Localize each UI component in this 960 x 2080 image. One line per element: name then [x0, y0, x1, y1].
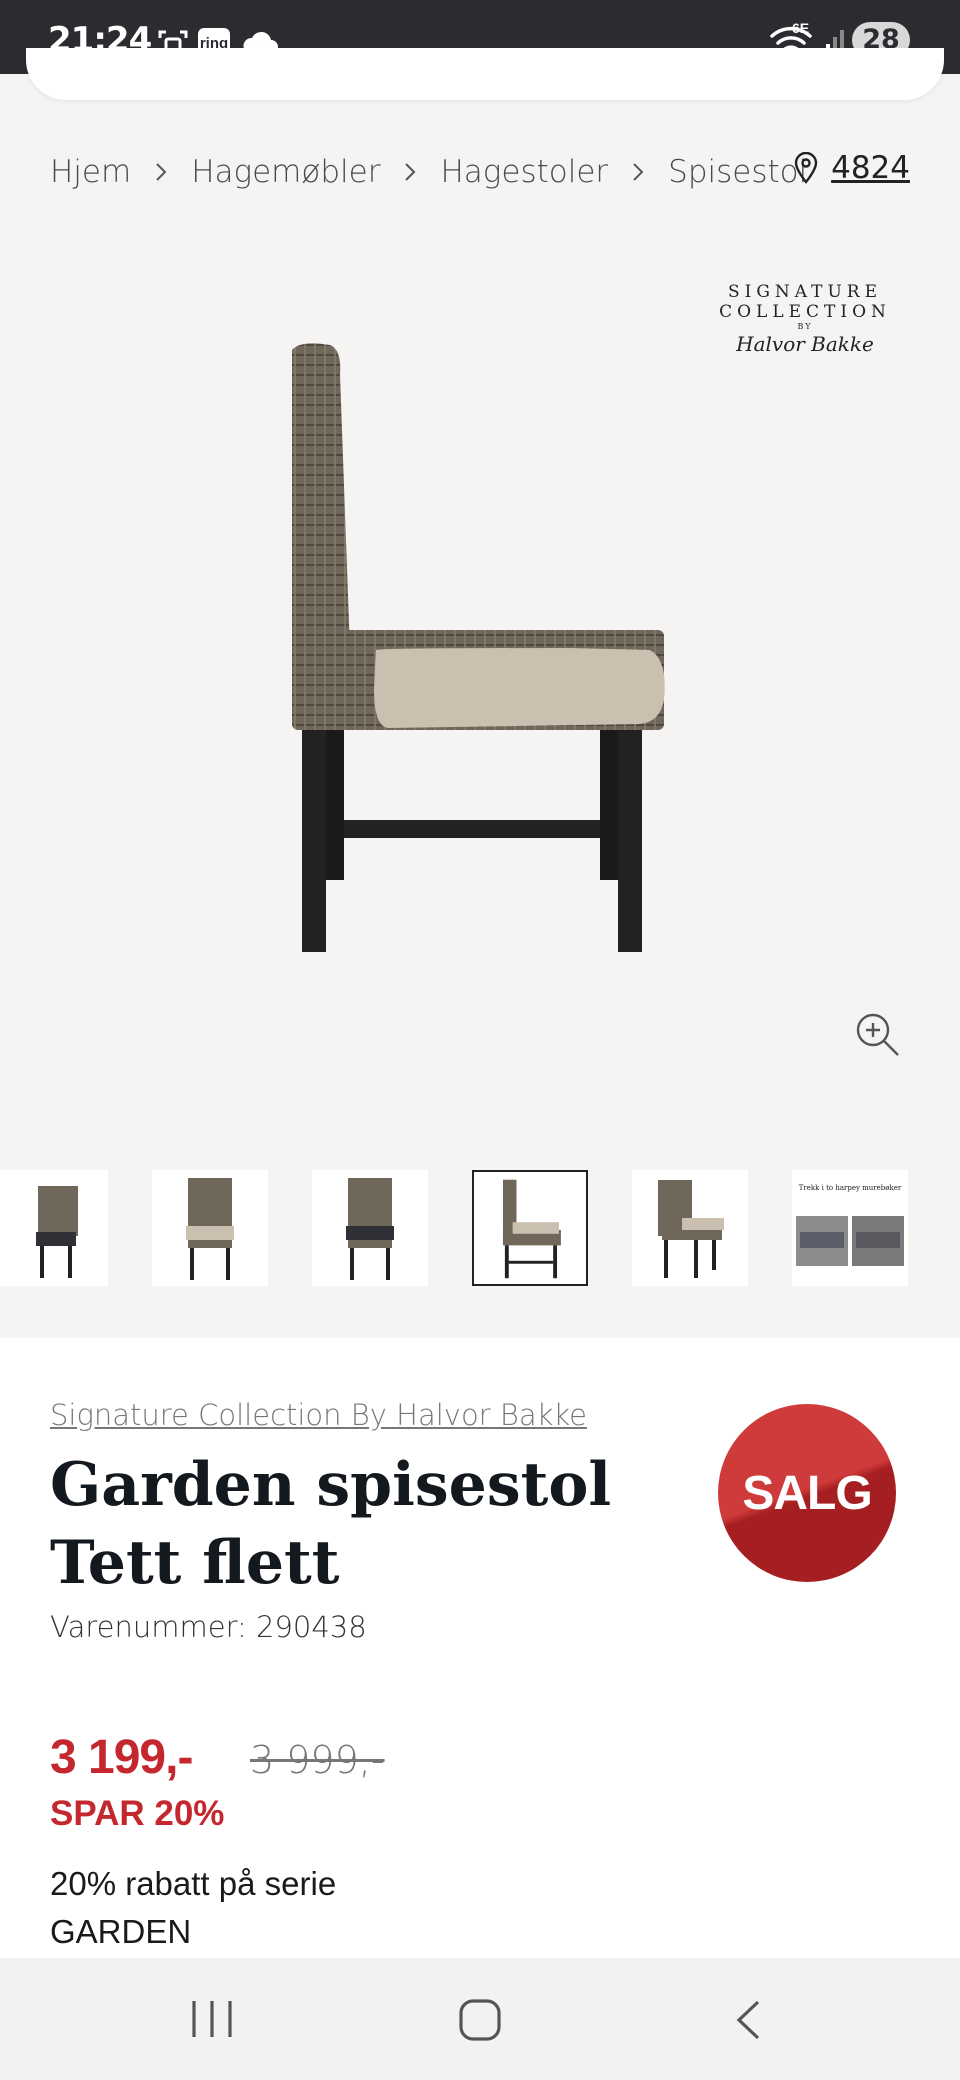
- product-info: Signature Collection By Halvor Bakke Gar…: [0, 1338, 960, 1958]
- system-nav-bar: [0, 1958, 960, 2080]
- breadcrumb-garden-chairs[interactable]: Hagestoler: [440, 154, 608, 190]
- store-selector[interactable]: 4824: [793, 150, 910, 186]
- product-sku: Varenummer: 290438: [50, 1610, 367, 1644]
- product-image[interactable]: [280, 330, 680, 1030]
- thumbnail-1[interactable]: [0, 1170, 108, 1286]
- breadcrumb: Hjem Hagemøbler Hagestoler Spisestol: [50, 150, 807, 194]
- thumbnail-5[interactable]: [632, 1170, 748, 1286]
- chevron-right-icon: [608, 161, 668, 183]
- location-pin-icon: [794, 152, 818, 184]
- savings-label: SPAR 20%: [50, 1794, 225, 1833]
- current-price: 3 199,-: [50, 1731, 193, 1784]
- header-bottom-edge: [26, 48, 944, 100]
- brand-link[interactable]: Signature Collection By Halvor Bakke: [50, 1398, 587, 1432]
- thumbnail-6[interactable]: Trekk i to harpey murebøker: [792, 1170, 908, 1286]
- store-code[interactable]: 4824: [831, 150, 910, 186]
- product-title: Garden spisestol Tett flett: [50, 1450, 612, 1598]
- promo-text: 20% rabatt på serie GARDEN: [50, 1865, 337, 1950]
- sale-badge: SALG: [718, 1404, 896, 1582]
- original-price: 3 999,-: [250, 1738, 385, 1782]
- thumbnail-4-selected[interactable]: [472, 1170, 588, 1286]
- chevron-right-icon: [131, 161, 191, 183]
- network-type: 6E: [792, 20, 810, 36]
- breadcrumb-home[interactable]: Hjem: [50, 154, 131, 190]
- thumbnail-2[interactable]: [152, 1170, 268, 1286]
- thumbnail-strip: Trekk i to harpey murebøker: [0, 1166, 960, 1286]
- back-icon[interactable]: [733, 1998, 763, 2042]
- zoom-icon[interactable]: [855, 1012, 901, 1058]
- breadcrumb-dining-chair[interactable]: Spisestol: [668, 154, 807, 190]
- home-icon[interactable]: [458, 1998, 502, 2042]
- recent-apps-icon[interactable]: [190, 1998, 234, 2040]
- chevron-right-icon: [380, 161, 440, 183]
- thumbnail-3[interactable]: [312, 1170, 428, 1286]
- brand-logo: SIGNATURE COLLECTION BY Halvor Bakke: [719, 282, 891, 356]
- breadcrumb-garden-furniture[interactable]: Hagemøbler: [191, 154, 380, 190]
